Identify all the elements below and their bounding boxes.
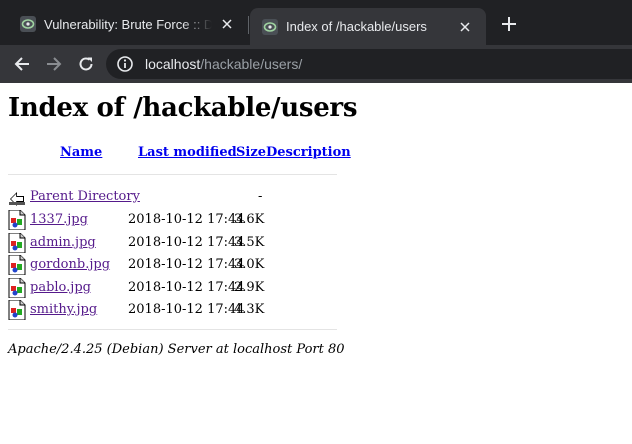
sort-name-link[interactable]: Name <box>60 145 102 160</box>
image-file-icon <box>8 278 26 298</box>
back-arrow-icon <box>14 57 29 71</box>
url-text: localhost/hackable/users/ <box>145 56 302 72</box>
file-size: 4.3K <box>234 302 265 317</box>
server-signature: Apache/2.4.25 (Debian) Server at localho… <box>8 342 345 357</box>
file-link[interactable]: 1337.jpg <box>30 212 88 227</box>
listing-header: Name Last modified Size Description <box>8 145 351 165</box>
file-row: 1337.jpg 2018-10-12 17:44 3.6K <box>8 210 338 232</box>
close-icon[interactable] <box>456 18 474 36</box>
favicon-icon <box>20 16 36 32</box>
page-content: Index of /hackable/users Name Last modif… <box>0 83 632 444</box>
file-row: pablo.jpg 2018-10-12 17:44 2.9K <box>8 278 338 300</box>
back-button[interactable] <box>10 52 34 76</box>
file-modified: 2018-10-12 17:44 <box>128 280 245 295</box>
file-size: 3.0K <box>234 257 265 272</box>
reload-icon <box>79 57 93 71</box>
new-tab-button[interactable] <box>499 14 519 34</box>
site-info-icon[interactable] <box>116 55 134 73</box>
file-modified: 2018-10-12 17:44 <box>128 235 245 250</box>
parent-directory-link[interactable]: Parent Directory <box>30 189 140 204</box>
file-modified: 2018-10-12 17:44 <box>128 212 245 227</box>
close-icon[interactable] <box>218 15 236 33</box>
address-bar[interactable]: localhost/hackable/users/ <box>106 49 632 79</box>
file-size: 3.6K <box>234 212 265 227</box>
tab-title: Vulnerability: Brute Force :: Da <box>44 16 212 32</box>
tab-index-users[interactable]: Index of /hackable/users <box>250 8 486 45</box>
file-row: admin.jpg 2018-10-12 17:44 3.5K <box>8 233 338 255</box>
sort-modified-link[interactable]: Last modified <box>138 145 237 160</box>
image-file-icon <box>8 210 26 230</box>
file-link[interactable]: pablo.jpg <box>30 280 91 295</box>
page-title: Index of /hackable/users <box>8 93 358 123</box>
file-size: - <box>258 189 263 204</box>
tab-brute-force[interactable]: Vulnerability: Brute Force :: Da <box>8 8 248 40</box>
forward-button[interactable] <box>42 52 66 76</box>
favicon-icon <box>262 18 278 35</box>
file-row: smithy.jpg 2018-10-12 17:44 4.3K <box>8 300 338 322</box>
browser-toolbar: localhost/hackable/users/ <box>0 45 632 83</box>
file-size: 3.5K <box>234 235 265 250</box>
file-link[interactable]: gordonb.jpg <box>30 257 110 272</box>
file-link[interactable]: admin.jpg <box>30 235 96 250</box>
image-file-icon <box>8 300 26 320</box>
file-modified: 2018-10-12 17:44 <box>128 302 245 317</box>
url-path: /hackable/users/ <box>200 56 303 72</box>
parent-directory-row: Parent Directory - <box>8 189 338 209</box>
reload-button[interactable] <box>74 52 98 76</box>
tab-separator <box>248 16 249 34</box>
url-host: localhost <box>145 56 201 72</box>
file-size: 2.9K <box>234 280 265 295</box>
plus-icon <box>502 17 516 31</box>
tab-title: Index of /hackable/users <box>286 19 427 34</box>
divider <box>8 329 337 330</box>
image-file-icon <box>8 255 26 275</box>
sort-size-link[interactable]: Size <box>236 145 266 160</box>
sort-description-link[interactable]: Description <box>266 145 351 160</box>
divider <box>8 174 337 175</box>
file-link[interactable]: smithy.jpg <box>30 302 97 317</box>
tab-strip: Vulnerability: Brute Force :: Da Index o… <box>0 0 632 45</box>
image-file-icon <box>8 233 26 253</box>
forward-arrow-icon <box>47 57 62 71</box>
file-modified: 2018-10-12 17:44 <box>128 257 245 272</box>
back-folder-icon <box>9 192 25 206</box>
file-row: gordonb.jpg 2018-10-12 17:44 3.0K <box>8 255 338 277</box>
